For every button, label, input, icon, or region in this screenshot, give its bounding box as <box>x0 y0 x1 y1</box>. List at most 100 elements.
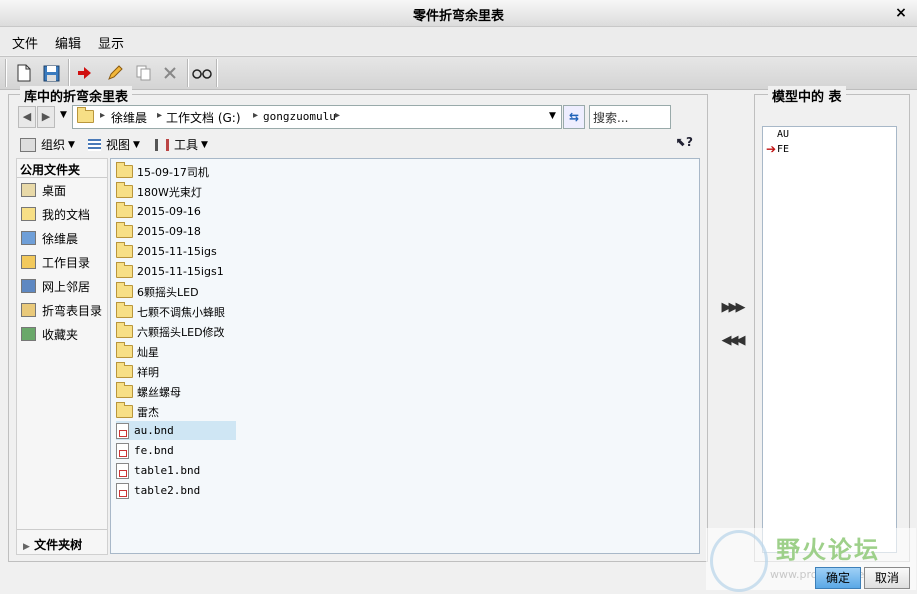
close-button[interactable]: × <box>891 3 911 23</box>
list-item[interactable]: 灿星 <box>116 342 159 361</box>
desktop-icon <box>21 183 36 197</box>
folder-icon <box>116 162 133 178</box>
bnd-file-icon <box>116 482 129 499</box>
list-item[interactable]: 雷杰 <box>116 402 159 421</box>
list-item[interactable]: 2015-09-16 <box>116 202 201 221</box>
pencil-icon[interactable] <box>103 61 127 85</box>
ok-button[interactable]: 确定 <box>815 567 861 589</box>
organize-menu[interactable]: 组织 ▼ <box>20 136 75 153</box>
list-item[interactable]: 2015-09-18 <box>116 222 201 241</box>
search-input[interactable]: 搜索... <box>589 105 671 129</box>
documents-icon <box>21 207 36 221</box>
folder-icon <box>116 202 133 218</box>
favorite-bend-table-dir[interactable]: 折弯表目录 <box>21 299 102 321</box>
glasses-icon[interactable] <box>190 61 214 85</box>
list-item[interactable]: 6颗摇头LED <box>116 282 199 301</box>
folder-icon <box>116 382 133 398</box>
model-tables-list[interactable]: AU ➔ FE <box>762 126 897 553</box>
forward-button[interactable]: ▶ <box>37 106 55 128</box>
path-segment[interactable]: 工作文档 (G:) <box>166 109 241 126</box>
library-label: 库中的折弯余里表 <box>20 86 133 105</box>
window-title: 零件折弯余里表 <box>412 9 504 24</box>
chevron-down-icon[interactable]: ▼ <box>549 111 556 121</box>
copy-icon[interactable] <box>132 61 156 85</box>
list-item[interactable]: 螺丝螺母 <box>116 382 181 401</box>
folder-icon <box>116 322 133 338</box>
address-bar[interactable]: ▸ 徐维晨 ▸ 工作文档 (G:) ▸ gongzuomulu ▸ ▼ <box>72 105 562 129</box>
bnd-file-icon <box>116 462 129 479</box>
model-table-item[interactable]: AU <box>777 129 789 140</box>
list-item[interactable]: table2.bnd <box>116 481 200 500</box>
expand-icon: ▶ <box>23 542 30 552</box>
favorites-icon <box>21 327 36 341</box>
folder-icon <box>116 342 133 358</box>
add-to-model-button[interactable]: ▶▶▶ <box>719 300 746 316</box>
back-button[interactable]: ◀ <box>18 106 36 128</box>
view-menu[interactable]: 视图 ▼ <box>88 136 140 153</box>
folder-icon <box>116 302 133 318</box>
path-segment[interactable]: 徐维晨 <box>111 109 147 126</box>
tools-menu[interactable]: 工具 ▼ <box>155 136 208 153</box>
folder-icon <box>116 402 133 418</box>
new-file-icon[interactable] <box>12 61 36 85</box>
model-label: 模型中的 表 <box>768 86 846 105</box>
history-dropdown-icon[interactable]: ▼ <box>60 110 67 120</box>
menu-view[interactable]: 显示 <box>98 33 124 52</box>
favorite-favorites[interactable]: 收藏夹 <box>21 323 78 345</box>
favorite-desktop[interactable]: 桌面 <box>21 179 66 201</box>
list-item[interactable]: 15-09-17司机 <box>116 162 209 181</box>
folder-icon <box>77 107 98 126</box>
folder-icon <box>116 362 133 378</box>
menu-edit[interactable]: 编辑 <box>55 33 81 52</box>
title-bar: 零件折弯余里表 <box>0 0 917 27</box>
folder-icon <box>116 182 133 198</box>
favorites-pane: 公用文件夹 桌面 我的文档 徐维晨 工作目录 网上邻居 折弯表目录 收藏夹 ▶ … <box>16 158 108 555</box>
folder-icon <box>116 282 133 298</box>
favorite-working-directory[interactable]: 工作目录 <box>21 251 90 273</box>
list-item[interactable]: 六颗摇头LED修改 <box>116 322 225 341</box>
computer-icon <box>21 231 36 245</box>
folder-icon <box>116 242 133 258</box>
list-item[interactable]: 祥明 <box>116 362 159 381</box>
favorites-header: 公用文件夹 <box>20 163 81 177</box>
favorite-network[interactable]: 网上邻居 <box>21 275 90 297</box>
model-table-item-current[interactable]: FE <box>777 144 789 155</box>
menu-file[interactable]: 文件 <box>12 33 38 52</box>
tools-icon <box>155 138 169 151</box>
file-list[interactable]: 15-09-17司机 180W光束灯 2015-09-16 2015-09-18… <box>110 158 700 554</box>
list-item[interactable]: table1.bnd <box>116 461 200 480</box>
chevron-down-icon: ▼ <box>201 139 208 150</box>
favorite-my-documents[interactable]: 我的文档 <box>21 203 90 225</box>
list-item[interactable]: 2015-11-15igs1 <box>116 262 224 281</box>
list-item[interactable]: fe.bnd <box>116 441 174 460</box>
bend-dir-icon <box>21 303 36 317</box>
watermark-logo <box>710 530 768 592</box>
bnd-file-icon <box>116 422 129 439</box>
toolbar <box>0 56 917 90</box>
help-icon[interactable]: ⬉? <box>676 135 693 149</box>
working-dir-icon <box>21 255 36 269</box>
list-item[interactable]: 七颗不调焦小蜂眼 <box>116 302 225 321</box>
folder-tree-toggle[interactable]: ▶ 文件夹树 <box>23 536 82 553</box>
view-icon <box>88 138 101 151</box>
favorite-user[interactable]: 徐维晨 <box>21 227 78 249</box>
network-icon <box>21 279 36 293</box>
red-arrow-icon[interactable] <box>72 61 96 85</box>
list-item[interactable]: 2015-11-15igs <box>116 242 217 261</box>
bnd-file-icon <box>116 442 129 459</box>
delete-icon[interactable] <box>158 61 182 85</box>
current-arrow-icon: ➔ <box>766 142 777 156</box>
list-item[interactable]: 180W光束灯 <box>116 182 202 201</box>
folder-icon <box>116 262 133 278</box>
menu-bar: 文件 编辑 显示 <box>0 27 917 55</box>
chevron-down-icon: ▼ <box>133 139 140 150</box>
organize-icon <box>20 137 36 152</box>
cancel-button[interactable]: 取消 <box>864 567 910 589</box>
save-icon[interactable] <box>40 61 64 85</box>
remove-from-model-button[interactable]: ◀◀◀ <box>719 333 746 349</box>
path-segment[interactable]: gongzuomulu <box>263 110 336 123</box>
chevron-down-icon: ▼ <box>68 139 75 150</box>
list-item-selected[interactable]: au.bnd <box>116 421 236 440</box>
folder-icon <box>116 222 133 238</box>
refresh-icon[interactable]: ⇆ <box>563 105 585 129</box>
